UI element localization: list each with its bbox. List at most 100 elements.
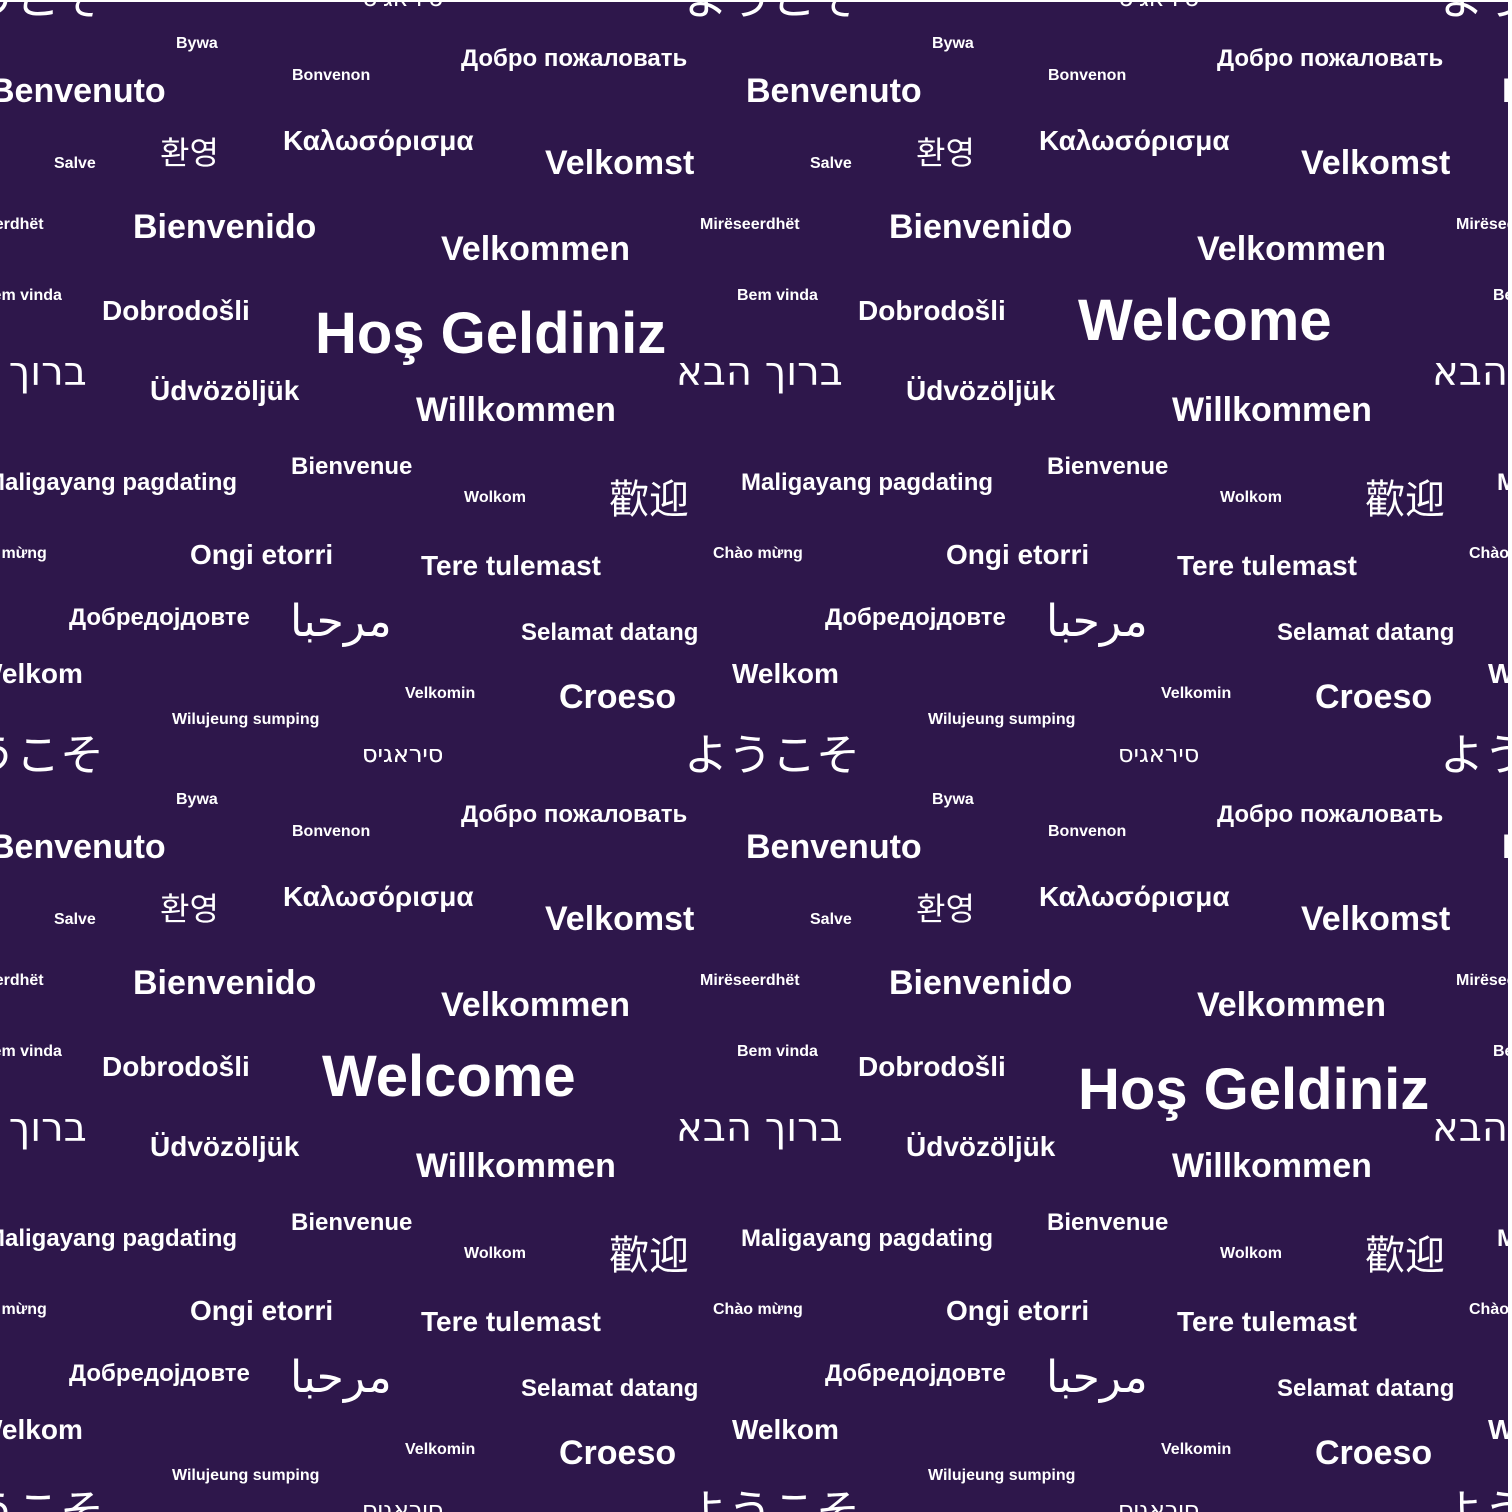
word-bonvenon-3: Bonvenon — [1048, 823, 1127, 840]
word-maligayang-pagdating-0: Maligayang pagdating — [741, 469, 994, 496]
word-velkommen-0: Velkommen — [441, 230, 630, 268]
word-hwanyeong-3: 환영 — [916, 890, 975, 928]
word-dobro-pozhalovat-3: Добро пожаловать — [1217, 801, 1444, 828]
word-mireseerdhet-1: Mirëseerdhët — [1456, 216, 1512, 233]
word-benvenuto-0: Benvenuto — [0, 72, 166, 110]
word-youkoso-0: ようこそ — [684, 0, 860, 22]
word-bem-vinda-edge-9: Bem vinda — [0, 1043, 62, 1060]
word-velkommen-2: Velkommen — [441, 986, 630, 1024]
word-wilujeung-sumping-0: Wilujeung sumping — [172, 711, 320, 728]
word-dobro-pozhalovat-0: Добро пожаловать — [461, 45, 688, 72]
word-salve-3: Salve — [810, 911, 852, 928]
word-marhaban-1: مرحبا — [1046, 596, 1148, 647]
word-wolkom-0: Wolkom — [464, 489, 526, 506]
word-willkommen-3: Willkommen — [1172, 1147, 1372, 1185]
word-udvozoljuk-3: Üdvözöljük — [906, 1131, 1056, 1162]
word-dobrodosli-0: Dobrodošli — [102, 295, 250, 326]
word-welkom-edge-5: Welkom — [0, 658, 83, 689]
word-dobrodosli-1: Dobrodošli — [858, 295, 1006, 326]
word-welkom-2: Welkom — [732, 1414, 839, 1445]
word-huanying-2: 歡迎 — [609, 1233, 689, 1279]
word-mireseerdhet-0: Mirëseerdhët — [700, 216, 800, 233]
word-selamat-datang-2: Selamat datang — [521, 1375, 699, 1402]
word-wolkom-2: Wolkom — [464, 1245, 526, 1262]
word-velkomin-0: Velkomin — [405, 685, 476, 702]
word-chao-mung-edge-4: Chào mừng — [0, 545, 47, 562]
word-marhaban-2: مرحبا — [290, 1352, 392, 1403]
word-dobro-pozhalovat-1: Добро пожаловать — [1217, 45, 1444, 72]
word-bem-vinda-0: Bem vinda — [737, 287, 818, 304]
word-salve-0: Salve — [54, 155, 96, 172]
word-youkoso-3: ようこそ — [1440, 730, 1512, 781]
word-bienvenue-0: Bienvenue — [291, 453, 413, 480]
word-wilujeung-sumping-2: Wilujeung sumping — [172, 1467, 320, 1484]
word-selamat-datang-3: Selamat datang — [1277, 1375, 1455, 1402]
word-dobredojdovte-0: Добредојдовте — [69, 604, 250, 631]
word-youkoso-edge-6: ようこそ — [0, 730, 104, 781]
word-velkomst-0: Velkomst — [545, 144, 695, 182]
word-hos-geldiniz-feature-1: Hoş Geldiniz — [315, 301, 667, 366]
word-bienvenue-2: Bienvenue — [291, 1209, 413, 1236]
word-dobrodosli-2: Dobrodošli — [102, 1051, 250, 1082]
word-velkomst-2: Velkomst — [545, 900, 695, 938]
word-velkomin-2: Velkomin — [405, 1441, 476, 1458]
word-bienvenido-1: Bienvenido — [889, 208, 1073, 246]
word-wilujeung-sumping-3: Wilujeung sumping — [928, 1467, 1076, 1484]
word-hwanyeong-0: 환영 — [160, 134, 219, 172]
word-sirogyo-edge-7: סיראגיס — [362, 740, 444, 768]
word-hos-geldiniz-feature-4: Hoş Geldiniz — [1078, 1057, 1430, 1122]
word-udvozoljuk-1: Üdvözöljük — [906, 375, 1056, 406]
word-tere-tulemast-3: Tere tulemast — [1177, 1306, 1357, 1337]
word-bonvenon-1: Bonvenon — [1048, 67, 1127, 84]
word-mireseerdhet-2: Mirëseerdhët — [700, 972, 800, 989]
word-selamat-datang-1: Selamat datang — [1277, 619, 1455, 646]
word-bonvenon-0: Bonvenon — [292, 67, 371, 84]
word-welkom-0: Welkom — [732, 658, 839, 689]
word-baruch-haba-edge-10: ברוך הבא — [0, 1105, 87, 1151]
word-mireseerdhet-3: Mirëseerdhët — [1456, 972, 1512, 989]
word-bienvenido-2: Bienvenido — [133, 964, 317, 1002]
word-willkommen-0: Willkommen — [416, 391, 616, 429]
word-tere-tulemast-0: Tere tulemast — [421, 550, 601, 581]
word-velkomst-1: Velkomst — [1301, 144, 1451, 182]
word-dobredojdovte-2: Добредојдовте — [69, 1360, 250, 1387]
word-bywa-1: Bywa — [932, 35, 974, 52]
word-croeso-0: Croeso — [559, 678, 677, 716]
word-maligayang-pagdating-2: Maligayang pagdating — [741, 1225, 994, 1252]
word-maligayang-pagdating-edge-11: Maligayang pagdating — [0, 1225, 238, 1252]
word-bywa-0: Bywa — [176, 35, 218, 52]
word-maligayang-pagdating-edge-3: Maligayang pagdating — [0, 469, 238, 496]
word-wolkom-1: Wolkom — [1220, 489, 1282, 506]
word-bonvenon-2: Bonvenon — [292, 823, 371, 840]
word-benvenuto-3: Benvenuto — [746, 828, 922, 866]
word-bienvenue-1: Bienvenue — [1047, 453, 1169, 480]
word-velkomst-3: Velkomst — [1301, 900, 1451, 938]
word-welkom-edge-13: Welkom — [0, 1414, 83, 1445]
word-kalosorisma-0: Καλωσόρισμα — [283, 125, 474, 156]
word-sirogyo-6: סיראגיס — [362, 1496, 444, 1512]
word-tere-tulemast-1: Tere tulemast — [1177, 550, 1357, 581]
top-border-line — [0, 0, 1512, 2]
word-huanying-0: 歡迎 — [609, 477, 689, 523]
word-ongi-etorri-1: Ongi etorri — [946, 539, 1090, 570]
word-bem-vinda-2: Bem vinda — [737, 1043, 818, 1060]
word-dobredojdovte-1: Добредојдовте — [825, 604, 1006, 631]
word-welcome-feature-3: Welcome — [322, 1044, 576, 1109]
welcome-pattern-canvas: סיראגיס ようこそ Bywa Bonvenon Добро пожаловать B… — [0, 0, 1512, 1512]
word-bienvenido-0: Bienvenido — [133, 208, 317, 246]
word-kalosorisma-2: Καλωσόρισμα — [283, 881, 474, 912]
word-dobro-pozhalovat-2: Добро пожаловать — [461, 801, 688, 828]
word-kalosorisma-3: Καλωσόρισμα — [1039, 881, 1230, 912]
word-huanying-3: 歡迎 — [1365, 1233, 1445, 1279]
word-baruch-haba-3: ברוך הבא — [1432, 1105, 1512, 1151]
word-youkoso-2: ようこそ — [684, 730, 860, 781]
word-udvozoljuk-0: Üdvözöljük — [150, 375, 300, 406]
word-ongi-etorri-2: Ongi etorri — [190, 1295, 334, 1326]
word-chao-mung-1: Chào mừng — [1469, 545, 1512, 562]
word-ongi-etorri-0: Ongi etorri — [190, 539, 334, 570]
word-mireseerdhet-edge-8: Mirëseerdhët — [0, 972, 44, 989]
word-bywa-3: Bywa — [932, 791, 974, 808]
word-chao-mung-3: Chào mừng — [1469, 1301, 1512, 1318]
word-willkommen-1: Willkommen — [1172, 391, 1372, 429]
word-marhaban-3: مرحبا — [1046, 1352, 1148, 1403]
